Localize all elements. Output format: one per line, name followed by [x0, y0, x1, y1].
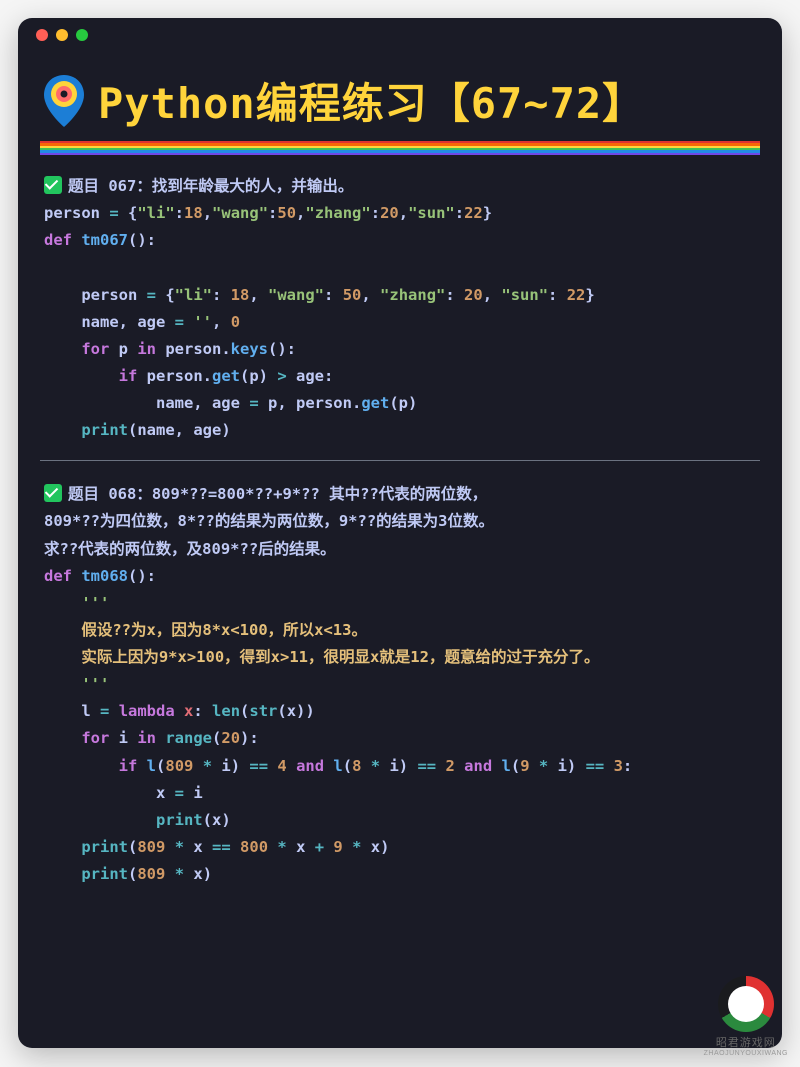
maximize-icon[interactable] — [76, 29, 88, 41]
topic-068-line2: 809*??为四位数，8*??的结果为两位数，9*??的结果为3位数。 — [44, 508, 756, 535]
close-icon[interactable] — [36, 29, 48, 41]
code-line: if person.get(p) > age: — [44, 363, 756, 390]
watermark: 昭君游戏网 ZHAOJUNYOUXIWANG — [704, 976, 788, 1057]
code-line: name, age = '', 0 — [44, 309, 756, 336]
check-icon — [44, 484, 62, 502]
minimize-icon[interactable] — [56, 29, 68, 41]
page-title: Python编程练习【67~72】 — [98, 70, 645, 131]
topic-067: 题目 067：找到年龄最大的人，并输出。 — [44, 173, 756, 200]
window-titlebar — [18, 18, 782, 52]
section-divider — [40, 460, 760, 461]
code-line — [44, 254, 756, 281]
watermark-logo-icon — [718, 976, 774, 1032]
docstring-line: 实际上因为9*x>100，得到x>11，很明显x就是12，题意给的过于充分了。 — [44, 644, 756, 671]
editor-window: Python编程练习【67~72】 题目 067：找到年龄最大的人，并输出。 p… — [18, 18, 782, 1048]
code-line: ''' — [44, 590, 756, 617]
docstring-line: 假设??为x，因为8*x<100，所以x<13。 — [44, 617, 756, 644]
code-line: def tm067(): — [44, 227, 756, 254]
code-line: for i in range(20): — [44, 725, 756, 752]
code-line: name, age = p, person.get(p) — [44, 390, 756, 417]
code-content: 题目 067：找到年龄最大的人，并输出。 person = {"li":18,"… — [18, 169, 782, 888]
code-line: def tm068(): — [44, 563, 756, 590]
code-line: person = {"li": 18, "wang": 50, "zhang":… — [44, 282, 756, 309]
code-line: ''' — [44, 671, 756, 698]
topic-068: 题目 068：809*??=800*??+9*?? 其中??代表的两位数， — [44, 481, 756, 508]
code-line: if l(809 * i) == 4 and l(8 * i) == 2 and… — [44, 753, 756, 780]
code-line: x = i — [44, 780, 756, 807]
code-line: for p in person.keys(): — [44, 336, 756, 363]
code-line: l = lambda x: len(str(x)) — [44, 698, 756, 725]
watermark-url: ZHAOJUNYOUXIWANG — [704, 1050, 788, 1057]
watermark-name: 昭君游戏网 — [716, 1034, 776, 1050]
code-line: person = {"li":18,"wang":50,"zhang":20,"… — [44, 200, 756, 227]
code-line: print(x) — [44, 807, 756, 834]
code-line: print(809 * x == 800 * x + 9 * x) — [44, 834, 756, 861]
location-pin-icon — [40, 73, 88, 129]
code-line: print(name, age) — [44, 417, 756, 444]
page-header: Python编程练习【67~72】 — [18, 52, 782, 141]
rainbow-divider — [40, 141, 760, 155]
topic-068-line3: 求??代表的两位数，及809*??后的结果。 — [44, 536, 756, 563]
code-line: print(809 * x) — [44, 861, 756, 888]
check-icon — [44, 176, 62, 194]
